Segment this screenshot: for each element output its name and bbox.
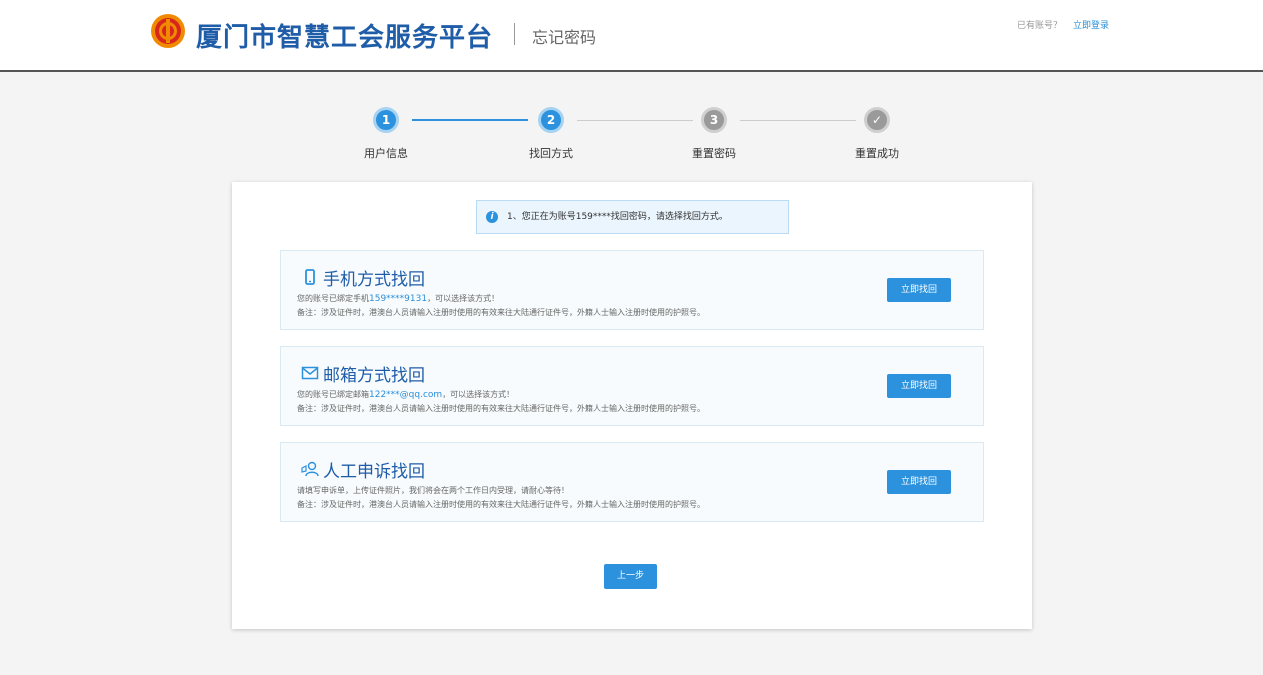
bound-phone: 159****9131 [369,294,428,304]
option-phone-desc: 您的账号已绑定手机159****9131，可以选择该方式！ [297,293,499,304]
step-1-label: 用户信息 [364,147,408,160]
has-account-text: 已有账号？ [1017,21,1063,31]
desc-suffix: ，可以选择该方式！ [442,390,515,399]
mail-icon [301,366,319,380]
person-appeal-icon [301,461,319,477]
phone-icon [305,269,315,285]
option-phone: 手机方式找回 您的账号已绑定手机159****9131，可以选择该方式！ 备注：… [280,250,984,330]
option-email: 邮箱方式找回 您的账号已绑定邮箱122***@qq.com，可以选择该方式！ 备… [280,346,984,426]
desc-prefix: 您的账号已绑定手机 [297,294,369,303]
option-appeal-note: 备注：涉及证件时，港澳台人员请输入注册时使用的有效来往大陆通行证件号，外籍人士输… [297,500,705,509]
option-appeal-title: 人工申诉找回 [323,462,425,482]
desc-suffix: ，可以选择该方式！ [427,294,500,303]
step-2-circle: 2 [538,107,564,133]
brand-title: 厦门市智慧工会服务平台 [196,23,494,53]
page-subtitle: 忘记密码 [532,28,597,47]
option-phone-note: 备注：涉及证件时，港澳台人员请输入注册时使用的有效来往大陆通行证件号，外籍人士输… [297,308,705,317]
step-line-1 [412,119,528,121]
option-appeal: 人工申诉找回 请填写申诉单，上传证件照片，我们将会在两个工作日内受理，请耐心等待… [280,442,984,522]
recovery-card: i 1、您正在为账号159****找回密码，请选择找回方式。 手机方式找回 您的… [232,182,1032,629]
desc-prefix: 您的账号已绑定邮箱 [297,390,369,399]
header: 厦门市智慧工会服务平台 忘记密码 已有账号？ 立即登录 [0,0,1263,72]
option-email-note: 备注：涉及证件时，港澳台人员请输入注册时使用的有效来往大陆通行证件号，外籍人士输… [297,404,705,413]
check-icon: ✓ [864,107,890,133]
step-1-circle: 1 [373,107,399,133]
option-email-title: 邮箱方式找回 [323,366,425,386]
login-link[interactable]: 立即登录 [1073,18,1109,31]
header-divider [514,23,515,45]
notice-text: 1、您正在为账号159****找回密码，请选择找回方式。 [507,212,728,222]
option-phone-title: 手机方式找回 [323,270,425,290]
bound-email: 122***@qq.com [369,390,443,400]
step-2-label: 找回方式 [529,147,573,160]
info-icon: i [486,211,498,223]
union-logo-icon [151,14,185,48]
step-3-label: 重置密码 [692,147,736,160]
step-3-circle: 3 [701,107,727,133]
option-email-desc: 您的账号已绑定邮箱122***@qq.com，可以选择该方式！ [297,389,514,400]
step-line-3 [740,120,856,121]
info-notice: i 1、您正在为账号159****找回密码，请选择找回方式。 [476,200,789,234]
option-appeal-desc: 请填写申诉单，上传证件照片，我们将会在两个工作日内受理，请耐心等待！ [297,486,569,495]
recover-by-phone-button[interactable]: 立即找回 [887,278,951,302]
previous-step-button[interactable]: 上一步 [604,564,657,589]
step-4-label: 重置成功 [855,147,899,160]
recover-by-email-button[interactable]: 立即找回 [887,374,951,398]
step-line-2 [577,120,693,121]
recover-by-appeal-button[interactable]: 立即找回 [887,470,951,494]
